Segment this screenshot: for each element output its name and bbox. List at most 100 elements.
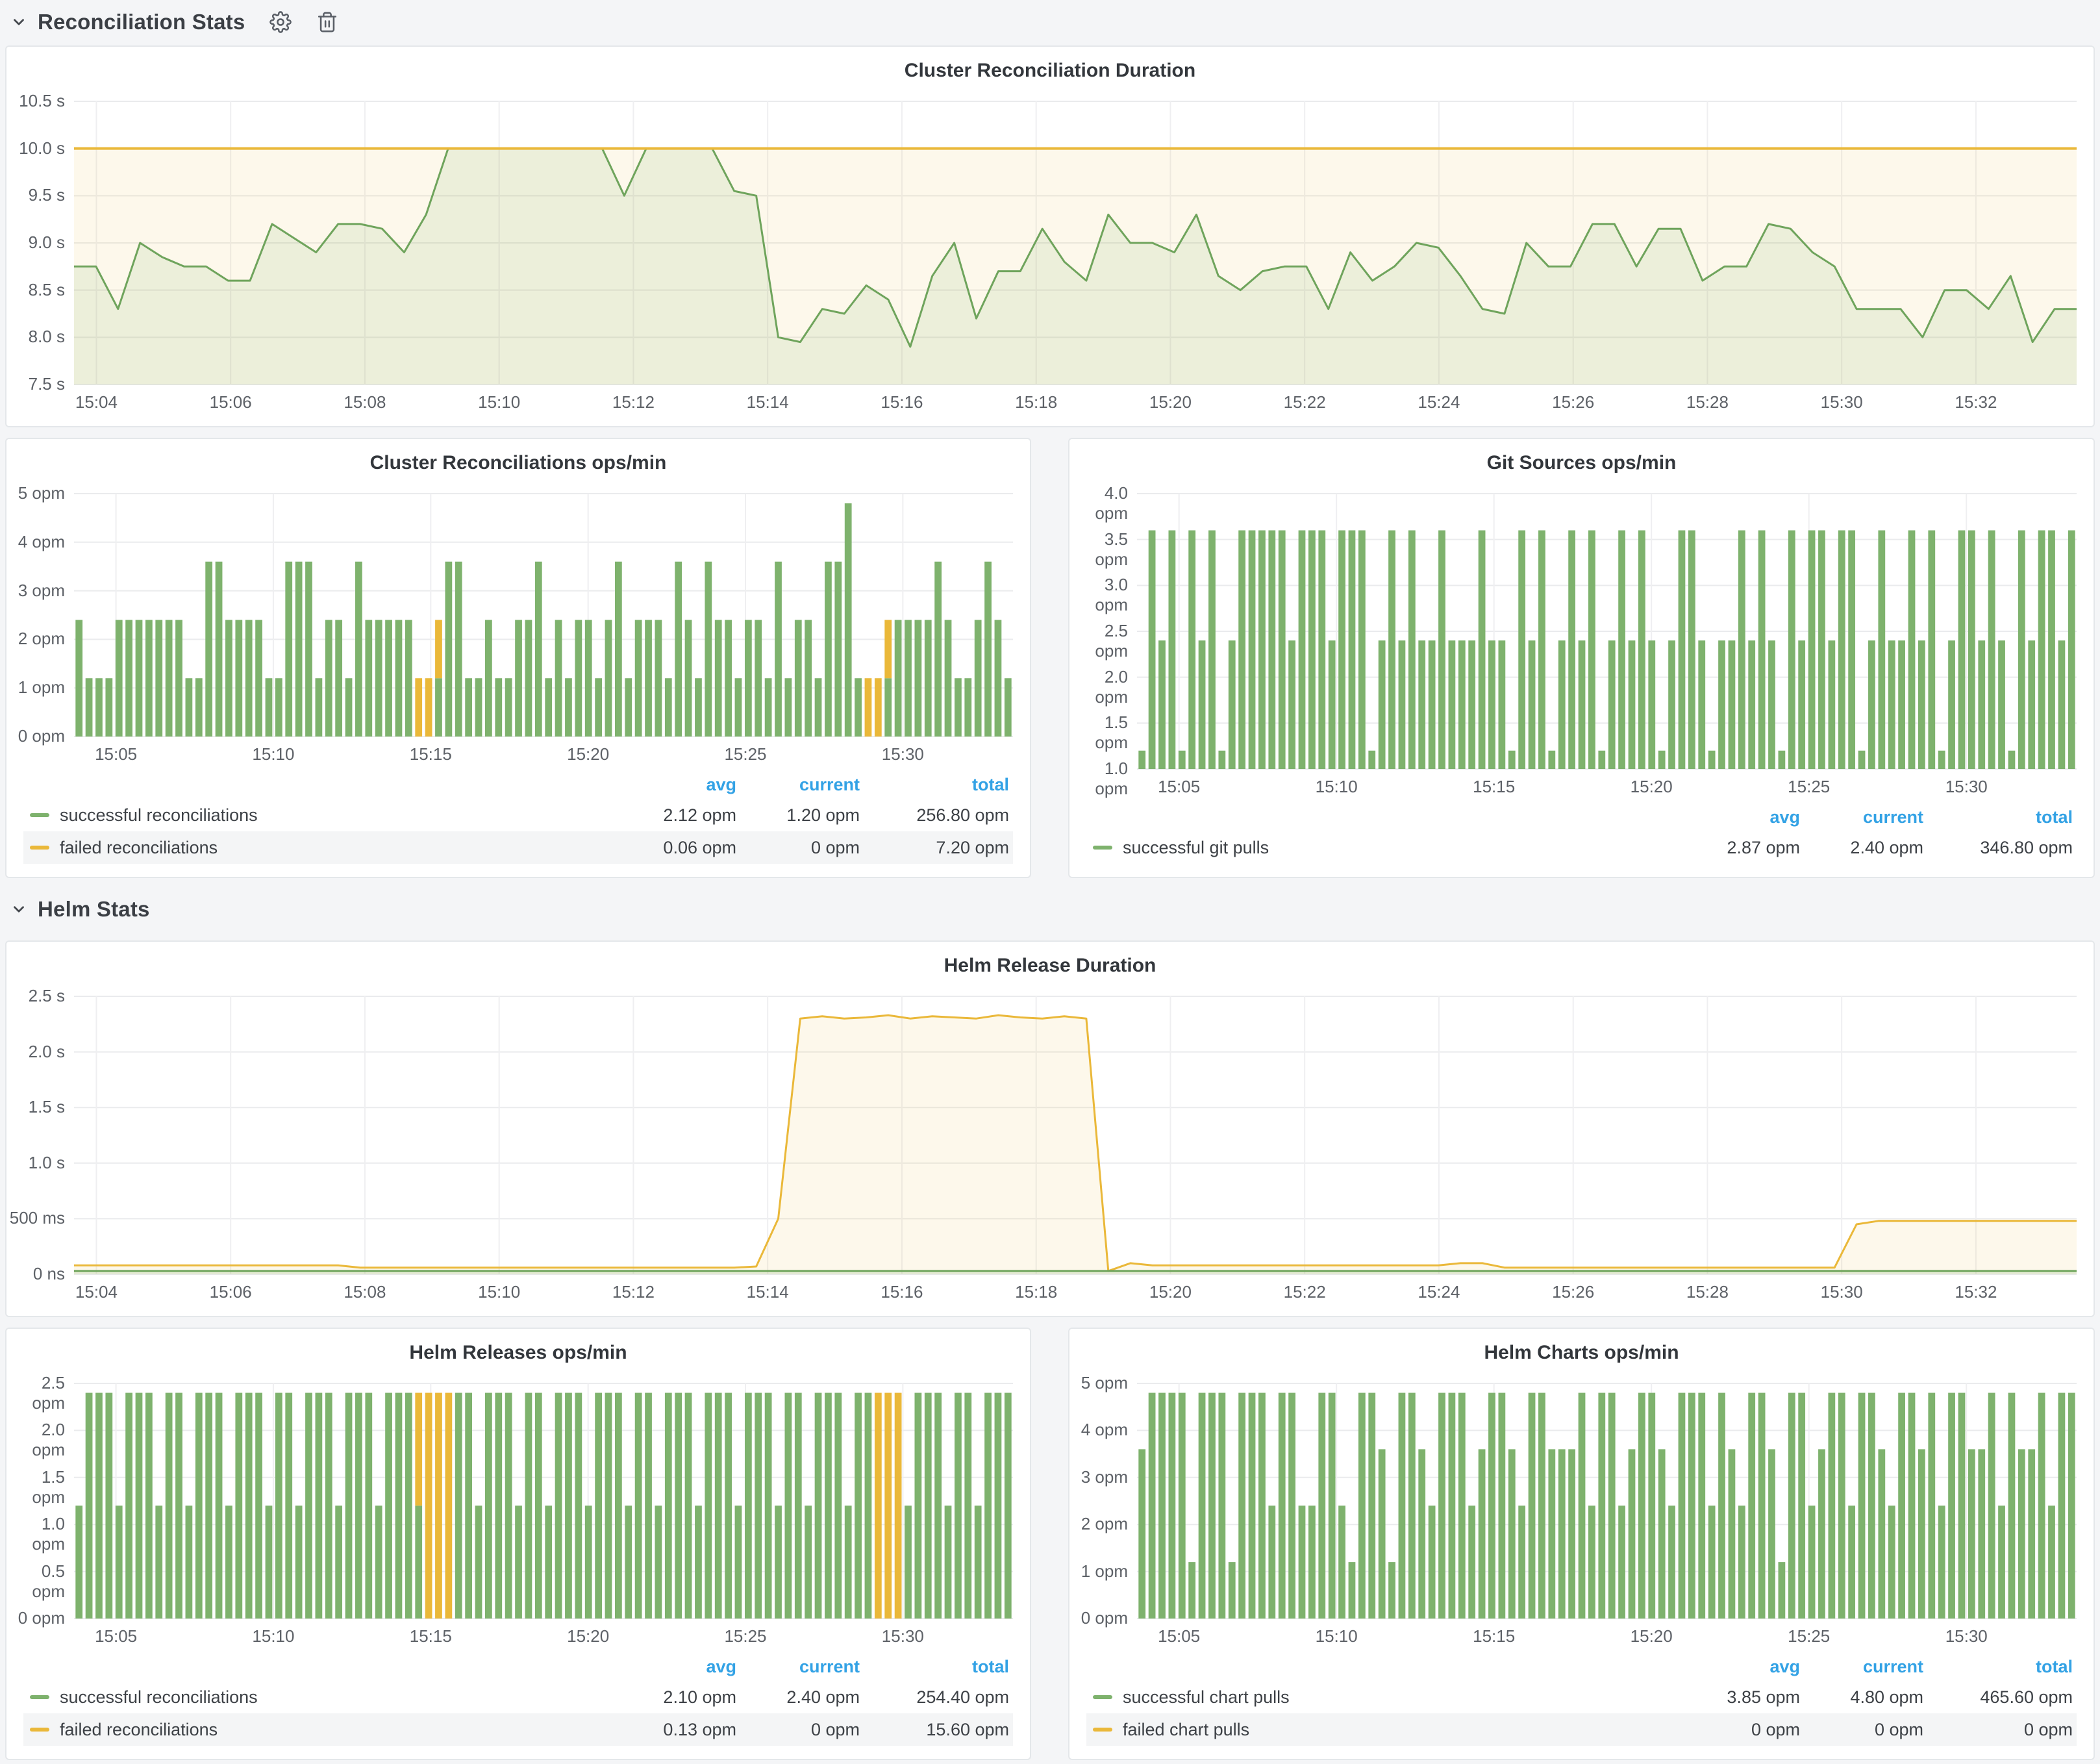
legend-sort-current[interactable]: current [1804, 807, 1927, 827]
bar-successful [1668, 640, 1675, 769]
legend-sort-avg[interactable]: avg [617, 1657, 740, 1677]
bar-successful [1279, 531, 1286, 769]
bar-successful [325, 620, 332, 737]
bar-successful [1758, 531, 1766, 769]
legend-series-label[interactable]: successful reconciliations [23, 1687, 617, 1707]
bar-successful [1379, 1449, 1386, 1619]
bar-successful [725, 1392, 732, 1619]
bar-successful [995, 620, 1002, 737]
bar-successful [1658, 1449, 1666, 1619]
bar-successful [205, 562, 212, 737]
legend-sort-total[interactable]: total [1927, 1657, 2077, 1677]
bar-successful [1779, 1562, 1786, 1619]
legend-series-label[interactable]: successful git pulls [1086, 838, 1681, 858]
legend-header-row: avgcurrenttotal [23, 770, 1013, 799]
bar-successful [705, 1392, 712, 1619]
panel-title[interactable]: Cluster Reconciliation Duration [6, 47, 2094, 87]
bar-successful [605, 1392, 612, 1619]
bar-successful [1658, 751, 1666, 769]
bar-successful [305, 1392, 312, 1619]
gear-icon[interactable] [269, 11, 292, 33]
section-title[interactable]: Helm Stats [38, 897, 150, 922]
legend-stat-value: 0.13 opm [617, 1720, 740, 1740]
section-header-reconciliation-stats[interactable]: Reconciliation Stats [10, 4, 338, 40]
bar-successful [275, 1392, 282, 1619]
bar-successful [795, 620, 802, 737]
bar-successful [625, 678, 632, 737]
bar-successful [1299, 1506, 1306, 1619]
bar-successful [695, 678, 702, 737]
helm-charts-chart[interactable]: 5 opm4 opm3 opm2 opm1 opm0 opm15:0515:10… [1069, 1369, 2094, 1652]
legend-series-label[interactable]: failed chart pulls [1086, 1720, 1681, 1740]
section-header-helm-stats[interactable]: Helm Stats [10, 891, 150, 927]
bar-successful [1868, 1392, 1875, 1619]
legend-series-label[interactable]: successful reconciliations [23, 805, 617, 825]
legend-sort-avg[interactable]: avg [1681, 807, 1804, 827]
legend-sort-avg[interactable]: avg [617, 775, 740, 795]
git-sources-chart[interactable]: 4.0 opm3.5 opm3.0 opm2.5 opm2.0 opm1.5 o… [1069, 479, 2094, 803]
bar-successful [1005, 678, 1012, 737]
bar-successful [1468, 640, 1475, 769]
bar-successful [2068, 531, 2075, 769]
helm-releases-chart[interactable]: 2.5 opm2.0 opm1.5 opm1.0 opm0.5 opm0 opm… [6, 1369, 1030, 1652]
legend-sort-total[interactable]: total [864, 775, 1013, 795]
panel-title[interactable]: Git Sources ops/min [1069, 439, 2094, 479]
panel-title[interactable]: Cluster Reconciliations ops/min [6, 439, 1030, 479]
legend-sort-current[interactable]: current [740, 775, 864, 795]
legend-series-label[interactable]: failed reconciliations [23, 838, 617, 858]
bar-successful [1329, 640, 1336, 769]
bar-successful [1229, 1562, 1236, 1619]
bar-successful [175, 1392, 182, 1619]
legend-sort-total[interactable]: total [1927, 807, 2077, 827]
legend-stat-value: 254.40 opm [864, 1687, 1013, 1707]
bar-successful [525, 620, 532, 737]
panel-title[interactable]: Helm Release Duration [6, 942, 2094, 982]
bar-successful [125, 620, 132, 737]
trash-icon[interactable] [316, 11, 338, 33]
bar-successful [1358, 531, 1366, 769]
legend-sort-total[interactable]: total [864, 1657, 1013, 1677]
bar-successful [1158, 640, 1166, 769]
bar-successful [995, 1392, 1002, 1619]
legend-sort-current[interactable]: current [1804, 1657, 1927, 1677]
bar-successful [405, 620, 412, 737]
section-title[interactable]: Reconciliation Stats [38, 10, 245, 34]
bar-successful [1938, 1506, 1945, 1619]
bar-successful [955, 1392, 962, 1619]
bar-successful [1828, 640, 1835, 769]
legend-series-label[interactable]: successful chart pulls [1086, 1687, 1681, 1707]
bar-successful [1229, 640, 1236, 769]
legend-stat-value: 2.87 opm [1681, 838, 1804, 858]
bar-successful [1668, 1506, 1675, 1619]
legend-row: successful reconciliations2.10 opm2.40 o… [23, 1681, 1013, 1713]
legend-sort-current[interactable]: current [740, 1657, 864, 1677]
legend-stat-value: 2.10 opm [617, 1687, 740, 1707]
bar-successful [1268, 1506, 1275, 1619]
bar-successful [1638, 531, 1645, 769]
bar-successful [136, 620, 143, 737]
bar-successful [635, 1392, 642, 1619]
bar-successful [1458, 640, 1466, 769]
bar-successful [1858, 1392, 1866, 1619]
cluster-reconciliations-chart[interactable]: 5 opm4 opm3 opm2 opm1 opm0 opm15:0515:10… [6, 479, 1030, 770]
bar-successful [535, 1392, 542, 1619]
panel-title[interactable]: Helm Releases ops/min [6, 1329, 1030, 1369]
bar-successful [1729, 1449, 1736, 1619]
bar-successful [1558, 1449, 1566, 1619]
bar-successful [2038, 531, 2045, 769]
legend-series-color-icon [1093, 1728, 1112, 1732]
bar-successful [845, 503, 852, 737]
helm-release-duration-chart[interactable]: 2.5 s2.0 s1.5 s1.0 s500 ms0 ns15:0415:06… [6, 982, 2094, 1308]
bar-successful [2018, 531, 2025, 769]
legend-series-label[interactable]: failed reconciliations [23, 1720, 617, 1740]
bar-successful [266, 1506, 273, 1619]
bar-successful [755, 620, 762, 737]
panel-title[interactable]: Helm Charts ops/min [1069, 1329, 2094, 1369]
bar-successful [1988, 531, 1995, 769]
bar-successful [1968, 531, 1975, 769]
cluster-reconciliation-duration-chart[interactable]: 10.5 s10.0 s9.5 s9.0 s8.5 s8.0 s7.5 s15:… [6, 87, 2094, 418]
bar-successful [815, 1392, 822, 1619]
legend-sort-avg[interactable]: avg [1681, 1657, 1804, 1677]
legend-stat-value: 346.80 opm [1927, 838, 2077, 858]
bar-successful [1308, 1506, 1316, 1619]
